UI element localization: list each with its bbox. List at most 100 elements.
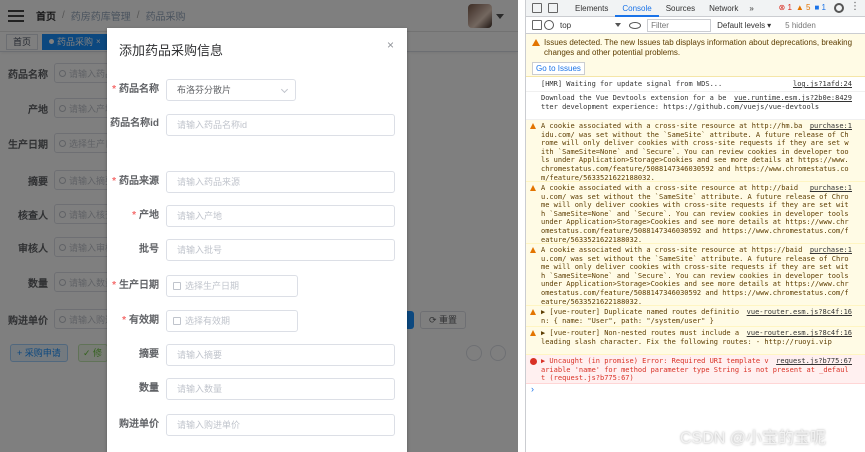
add-purchase-dialog: 添加药品采购信息 × * 药品名称 布洛芬分散片 药品名称id 请输入药品名称id * 药品…	[107, 28, 407, 452]
console-message: purchase:1 A cookie associated with a cro…	[526, 120, 865, 182]
calendar-icon	[173, 282, 181, 290]
console-message-body[interactable]: A cookie associated with a cross-site re…	[541, 246, 849, 306]
dialog-field-row: 购进单价 请输入购进单价	[107, 414, 407, 436]
log-levels-dropdown[interactable]: Default levels ▾	[717, 21, 771, 30]
dialog-field-row: * 产地 请输入产地	[107, 205, 407, 227]
dialog-field-label: 摘要	[139, 344, 159, 366]
dialog-text-input[interactable]: 请输入批号	[166, 239, 395, 261]
dialog-field-row: * 有效期 选择有效期	[107, 310, 407, 332]
dialog-field-label: * 有效期	[122, 310, 159, 332]
console-message-text: purchase:1 A cookie associated with a cro…	[541, 122, 852, 182]
console-message-body[interactable]: ▶ [vue-router] Duplicate named routes de…	[541, 308, 739, 325]
input-placeholder: 请输入数量	[177, 384, 223, 394]
drug-name-value: 布洛芬分散片	[177, 85, 232, 95]
console-toolbar: top Default levels ▾ 5 hidden	[526, 17, 865, 34]
dialog-field-row: 数量 请输入数量	[107, 378, 407, 400]
console-source-link[interactable]: vue-router.esm.js?8c4f:16	[747, 308, 852, 317]
console-source-link[interactable]: log.js?1afd:24	[793, 80, 852, 89]
tab-sources[interactable]: Sources	[659, 0, 702, 17]
dialog-field-row: * 药品来源 请输入药品来源	[107, 171, 407, 193]
tab-network[interactable]: Network	[702, 0, 745, 17]
console-message-text: vue.runtime.esm.js?2b0e:8429 Download the…	[541, 94, 852, 111]
dialog-text-input[interactable]: 请输入药品名称id	[166, 114, 395, 136]
close-icon[interactable]: ×	[387, 38, 394, 52]
warning-icon	[530, 185, 536, 191]
dialog-field-label-text: 摘要	[139, 349, 159, 360]
input-placeholder: 请输入摘要	[177, 350, 223, 360]
eye-icon[interactable]	[629, 21, 642, 29]
date-placeholder: 选择有效期	[185, 316, 231, 326]
required-asterisk: *	[122, 315, 126, 326]
console-message-text: purchase:1 A cookie associated with a cro…	[541, 184, 852, 244]
kebab-menu-icon[interactable]: ⋮	[850, 1, 860, 12]
context-value: top	[560, 20, 572, 30]
dialog-text-input[interactable]: 请输入药品来源	[166, 171, 395, 193]
warning-icon	[530, 330, 536, 336]
dialog-title: 添加药品采购信息	[119, 43, 224, 58]
console-message-body[interactable]: A cookie associated with a cross-site re…	[541, 122, 849, 182]
dialog-field-label: 数量	[139, 378, 159, 400]
warning-icon	[532, 39, 540, 46]
console-source-link[interactable]: vue.runtime.esm.js?2b0e:8429	[734, 94, 852, 103]
drug-name-select[interactable]: 布洛芬分散片	[166, 79, 296, 101]
console-message-text: vue-router.esm.js?8c4f:16 ▶ [vue-router] …	[541, 329, 852, 346]
dialog-field-label-text: 药品名称	[119, 84, 159, 95]
tab-elements[interactable]: Elements	[568, 0, 615, 17]
issues-text: Issues detected. The new Issues tab disp…	[544, 38, 853, 57]
error-icon	[530, 358, 537, 365]
console-prompt[interactable]: ›	[531, 384, 534, 394]
warning-icon	[530, 309, 536, 315]
devtools-tabbar: Elements Console Sources Network » ⊗ 1 ▲ 5 …	[526, 0, 865, 17]
chevron-down-icon	[280, 85, 289, 94]
console-message: vue-router.esm.js?8c4f:16 ▶ [vue-router] …	[526, 327, 865, 355]
issue-counts[interactable]: ⊗ 1 ▲ 5 ■ 1	[779, 3, 827, 12]
dialog-field-label: * 药品来源	[112, 171, 159, 193]
console-source-link[interactable]: purchase:1	[810, 122, 852, 131]
more-tabs-icon[interactable]: »	[745, 4, 757, 13]
warning-count-value: 5	[806, 3, 811, 12]
console-message-text: request.js?b775:67 ▶ Uncaught (in promise…	[541, 357, 852, 383]
date-picker[interactable]: 选择有效期	[166, 310, 298, 332]
tab-console[interactable]: Console	[615, 0, 659, 17]
gear-icon[interactable]	[834, 3, 844, 13]
dialog-field-label: 购进单价	[119, 414, 159, 436]
error-count: ⊗ 1	[778, 3, 792, 12]
panel-divider[interactable]	[518, 0, 525, 452]
dialog-field-label-text: 有效期	[129, 315, 159, 326]
context-selector[interactable]: top	[560, 20, 622, 30]
console-filter-input[interactable]	[647, 18, 712, 32]
console-message: vue.runtime.esm.js?2b0e:8429 Download the…	[526, 92, 865, 120]
dialog-field-label-text: 产地	[139, 210, 159, 221]
input-placeholder: 请输入药品来源	[177, 177, 241, 187]
dialog-text-input[interactable]: 请输入摘要	[166, 344, 395, 366]
date-picker[interactable]: 选择生产日期	[166, 275, 298, 297]
warning-icon	[530, 247, 536, 253]
console-message-body[interactable]: [HMR] Waiting for update signal from WDS…	[541, 80, 722, 88]
inspect-icon[interactable]	[532, 3, 542, 13]
console-source-link[interactable]: purchase:1	[810, 184, 852, 193]
device-toggle-icon[interactable]	[548, 3, 558, 13]
devtools-tabs: Elements Console Sources Network	[568, 0, 745, 17]
dialog-text-input[interactable]: 请输入产地	[166, 205, 395, 227]
error-count-value: 1	[787, 3, 792, 12]
date-placeholder: 选择生产日期	[185, 281, 240, 291]
info-count: ■ 1	[814, 3, 826, 12]
dialog-field-label-text: 药品来源	[119, 176, 159, 187]
console-message: purchase:1 A cookie associated with a cro…	[526, 182, 865, 244]
go-to-issues-button[interactable]: Go to Issues	[532, 62, 585, 75]
sidebar-toggle-icon[interactable]	[532, 20, 542, 30]
input-placeholder: 请输入药品名称id	[177, 120, 248, 130]
dialog-text-input[interactable]: 请输入数量	[166, 378, 395, 400]
calendar-icon	[173, 317, 181, 325]
console-source-link[interactable]: request.js?b775:67	[776, 357, 852, 366]
console-source-link[interactable]: purchase:1	[810, 246, 852, 255]
watermark: CSDN @小宝的宝呢	[680, 430, 827, 447]
dialog-field-label-text: 购进单价	[119, 419, 159, 430]
console-message-body[interactable]: A cookie associated with a cross-site re…	[541, 184, 849, 244]
issues-banner: Issues detected. The new Issues tab disp…	[526, 34, 865, 77]
chevron-down-icon	[615, 23, 622, 27]
clear-console-icon[interactable]	[544, 20, 554, 30]
dialog-text-input[interactable]: 请输入购进单价	[166, 414, 395, 436]
required-asterisk: *	[112, 176, 116, 187]
console-source-link[interactable]: vue-router.esm.js?8c4f:16	[747, 329, 852, 338]
